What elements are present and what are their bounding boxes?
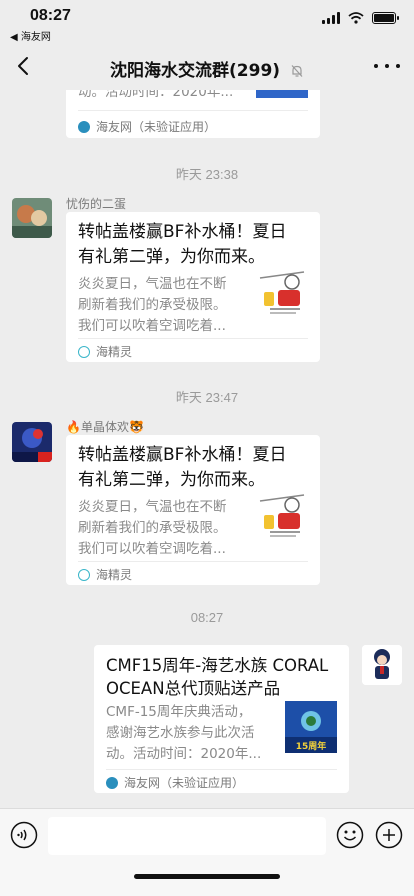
link-card[interactable]: 转帖盖楼赢BF补水桶！夏日 有礼第二弹，为你而来。 炎炎夏日，气温也在不断 刷新… (66, 212, 320, 362)
sender-name: 忧伤的二蛋 (66, 197, 127, 211)
status-bar: 08:27 ◀ 海友网 (0, 0, 414, 44)
voice-icon[interactable] (10, 821, 38, 849)
chat-message-list[interactable]: 动。活动时间：2020年... 海友网（未验证应用） 昨天 23:38 忧伤的二… (0, 0, 414, 808)
link-card-source-label: 海友网（未验证应用） (96, 120, 217, 134)
link-card[interactable]: CMF15周年-海艺水族 CORAL OCEAN总代顶贴送产品 CMF-15周年… (94, 645, 349, 793)
link-card-description-line: 刷新着我们的承受极限。 (78, 297, 227, 313)
sender-avatar[interactable] (12, 198, 52, 238)
more-dots-icon[interactable] (374, 56, 400, 76)
source-app-icon (106, 776, 118, 789)
signal-icon (322, 12, 340, 24)
source-app-icon (78, 345, 90, 358)
link-card-title-line: 转帖盖楼赢BF补水桶！夏日 (78, 445, 287, 465)
link-card-source-label: 海精灵 (96, 568, 133, 582)
message-input-bar (0, 808, 414, 896)
link-card-thumbnail: 15周年 (285, 701, 337, 753)
link-card-source-label: 海友网（未验证应用） (124, 776, 245, 790)
link-card-title-line: CMF15周年-海艺水族 CORAL (106, 656, 329, 675)
link-card-title-line: 有礼第二弹，为你而来。 (78, 470, 265, 490)
status-icons (322, 12, 399, 24)
link-card-description-line: 感谢海艺水族参与此次活 (106, 725, 255, 741)
chat-title-text: 沈阳海水交流群(299) (110, 61, 281, 81)
message-input[interactable] (48, 817, 326, 855)
link-card-divider (106, 769, 337, 770)
link-card-description-line: 动。活动时间：2020年... (106, 746, 262, 762)
link-card-divider (78, 110, 308, 111)
link-card-source: 海精灵 (78, 566, 132, 583)
link-card-title-line: OCEAN总代顶贴送产品 (106, 679, 281, 698)
link-card-description-line: 我们可以吹着空调吃着... (78, 318, 226, 334)
sender-avatar[interactable] (12, 422, 52, 462)
link-card-divider (78, 561, 308, 562)
link-card-divider (78, 338, 308, 339)
link-card-description-line: 我们可以吹着空调吃着... (78, 541, 226, 557)
thumbnail-caption: 15周年 (295, 742, 327, 752)
link-card-thumbnail (256, 491, 308, 543)
message-timestamp: 昨天 23:38 (175, 167, 239, 182)
link-card-source: 海精灵 (78, 343, 132, 360)
sender-name: 🔥单晶体欢🐯 (66, 420, 144, 434)
link-card-description-line: 炎炎夏日，气温也在不断 (78, 276, 227, 292)
bell-off-icon (291, 65, 303, 77)
back-to-app-link[interactable]: ◀ 海友网 (10, 28, 51, 43)
plus-icon[interactable] (375, 821, 403, 849)
link-card-title-line: 有礼第二弹，为你而来。 (78, 247, 265, 267)
chat-title: 沈阳海水交流群(299) (0, 56, 414, 81)
link-card-description-line: 刷新着我们的承受极限。 (78, 520, 227, 536)
message-timestamp: 08:27 (190, 610, 224, 625)
wifi-icon (348, 12, 364, 24)
link-card-description-line: 炎炎夏日，气温也在不断 (78, 499, 227, 515)
link-card-thumbnail (256, 268, 308, 320)
link-card-description-line: CMF-15周年庆典活动， (106, 704, 252, 720)
chat-header: 沈阳海水交流群(299) (0, 44, 414, 90)
emoji-icon[interactable] (336, 821, 364, 849)
link-card-source: 海友网（未验证应用） (106, 774, 244, 791)
message-timestamp: 昨天 23:47 (175, 390, 239, 405)
source-app-icon (78, 568, 90, 581)
link-card-source: 海友网（未验证应用） (78, 118, 216, 135)
source-app-icon (78, 120, 90, 133)
own-avatar[interactable] (362, 645, 402, 685)
status-time: 08:27 (30, 7, 71, 24)
link-card-title-line: 转帖盖楼赢BF补水桶！夏日 (78, 222, 287, 242)
link-card[interactable]: 转帖盖楼赢BF补水桶！夏日 有礼第二弹，为你而来。 炎炎夏日，气温也在不断 刷新… (66, 435, 320, 585)
home-indicator[interactable] (134, 874, 280, 879)
battery-icon (372, 12, 399, 24)
link-card-source-label: 海精灵 (96, 345, 133, 359)
